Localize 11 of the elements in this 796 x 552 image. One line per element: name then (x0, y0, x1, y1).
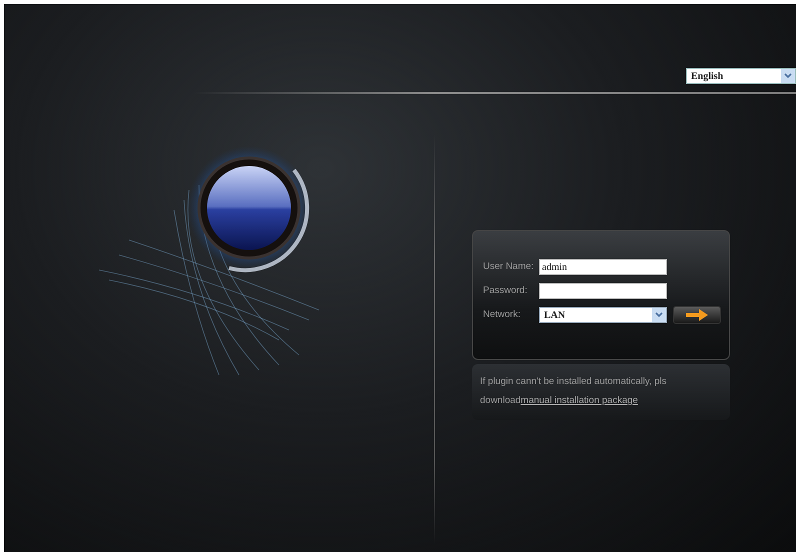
arrow-icon (686, 309, 708, 321)
field-label: Network: (483, 308, 522, 322)
username-field[interactable]: admin (539, 259, 667, 275)
password-field[interactable] (539, 283, 667, 299)
field-label: Password: (483, 284, 528, 298)
plugin-note: If plugin cann't be installed automatically, pls downloadmanual installation package (480, 376, 666, 406)
network-select[interactable]: LAN (539, 307, 667, 323)
login-button[interactable] (673, 306, 721, 324)
manual-package-link[interactable]: manual installation package (520, 395, 638, 406)
language-select[interactable]: English (686, 68, 796, 84)
field-label: User Name: (483, 260, 535, 274)
